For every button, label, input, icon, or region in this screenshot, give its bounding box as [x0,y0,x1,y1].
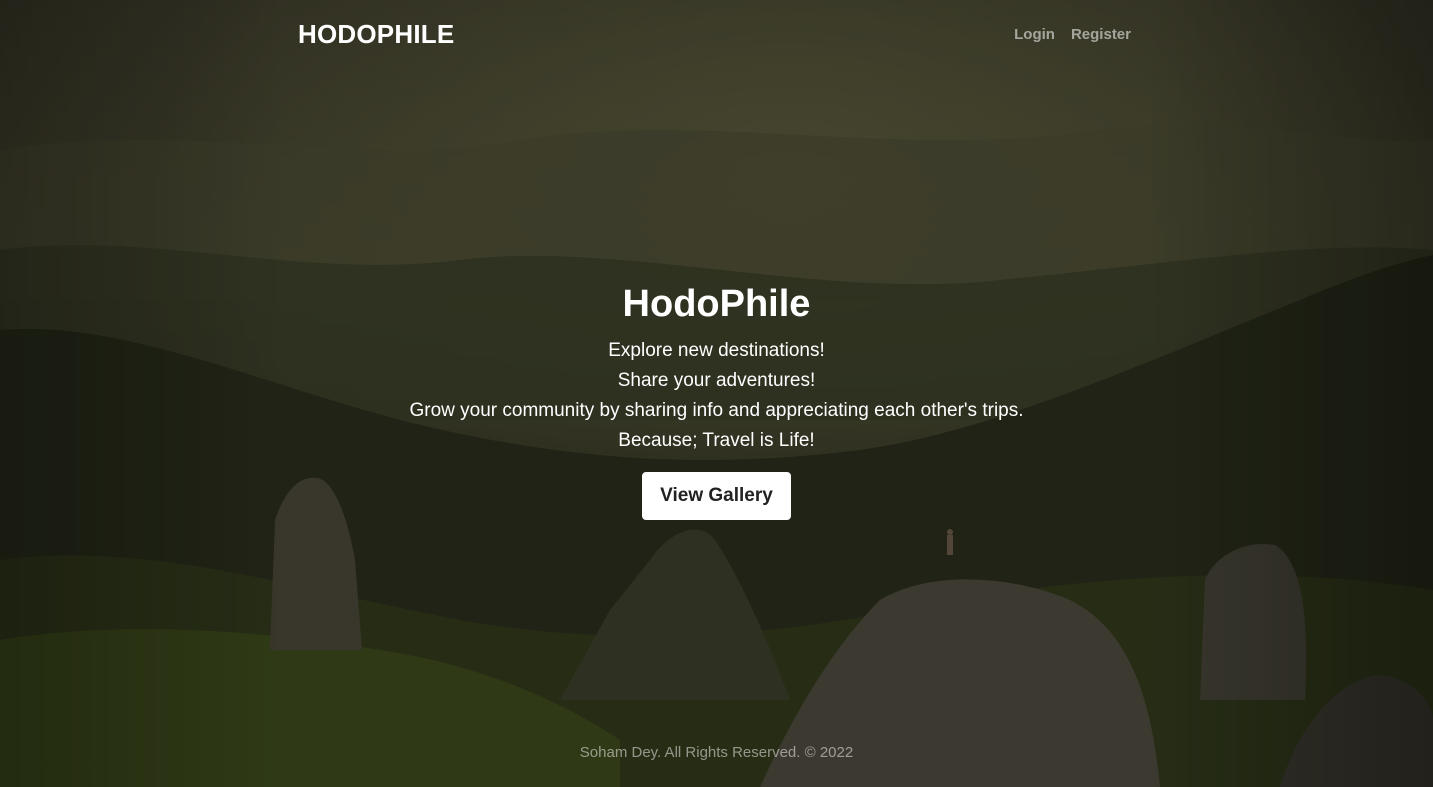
hero-tagline-1: Explore new destinations! [608,340,825,361]
hero-tagline-2: Share your adventures! [617,370,816,391]
nav-links: Login Register [1014,26,1131,43]
hero-section: HodoPhile Explore new destinations! Shar… [0,280,1433,520]
hero-tagline-4: Because; Travel is Life! [618,430,815,451]
hero-title: HodoPhile [622,283,811,325]
top-navbar: HODOPHILE Login Register [298,16,1131,52]
view-gallery-button[interactable]: View Gallery [642,472,791,520]
brand-logo-link[interactable]: HODOPHILE [298,19,454,50]
login-link[interactable]: Login [1014,26,1055,43]
register-link[interactable]: Register [1071,26,1131,43]
footer-copyright: Soham Dey. All Rights Reserved. © 2022 [579,744,854,761]
hero-tagline-3: Grow your community by sharing info and … [409,400,1024,421]
landing-page: HODOPHILE Login Register HodoPhile Explo… [0,0,1433,787]
